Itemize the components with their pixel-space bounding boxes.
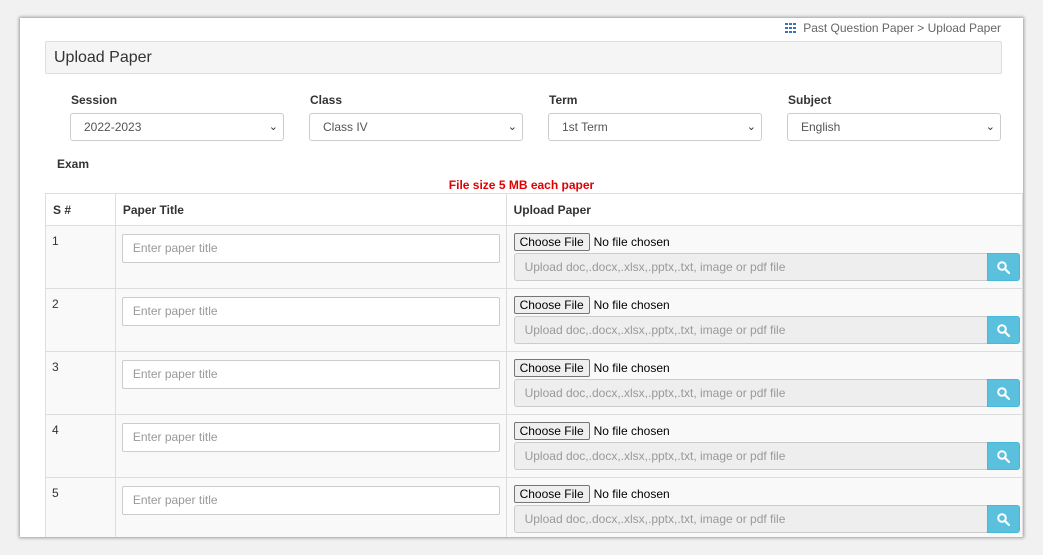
file-size-note: File size 5 MB each paper — [448, 178, 595, 192]
upload-path-field[interactable]: Upload doc,.docx,.xlsx,.pptx,.txt, image… — [513, 505, 987, 533]
file-picker: Choose File No file chosen — [513, 296, 670, 314]
row-number: 2 — [52, 297, 59, 311]
exam-label: Exam — [57, 157, 90, 171]
choose-file-button[interactable]: Choose File — [513, 233, 590, 251]
choose-file-button[interactable]: Choose File — [513, 485, 590, 503]
session-filter: Session 2022-2023 ⌄ — [70, 93, 284, 141]
upload-field-group: Upload doc,.docx,.xlsx,.pptx,.txt, image… — [513, 379, 1020, 407]
sn-cell: 2 — [45, 288, 116, 352]
file-picker: Choose File No file chosen — [513, 359, 670, 377]
no-file-text: No file chosen — [593, 424, 670, 438]
upload-cell: Choose File No file chosen Upload doc,.d… — [505, 288, 1023, 352]
term-label: Term — [549, 93, 578, 107]
search-icon — [996, 450, 1010, 463]
upload-cell: Choose File No file chosen Upload doc,.d… — [505, 225, 1023, 289]
title-cell: Enter paper title — [114, 477, 507, 537]
papers-table: S # Paper Title Upload Paper 1 Enter pap… — [45, 193, 1023, 537]
upload-paper-panel: Past Question Paper > Upload Paper Uploa… — [20, 18, 1023, 537]
row-number: 1 — [52, 234, 59, 248]
browse-button[interactable] — [986, 442, 1020, 470]
choose-file-button[interactable]: Choose File — [513, 359, 590, 377]
paper-title-input[interactable]: Enter paper title — [121, 234, 500, 263]
chevron-down-icon: ⌄ — [507, 121, 517, 133]
upload-field-group: Upload doc,.docx,.xlsx,.pptx,.txt, image… — [513, 253, 1020, 281]
file-picker: Choose File No file chosen — [513, 485, 670, 503]
sn-cell: 4 — [45, 414, 116, 478]
table-row: 3 Enter paper title Choose File No file … — [45, 351, 1023, 415]
upload-path-field[interactable]: Upload doc,.docx,.xlsx,.pptx,.txt, image… — [513, 379, 987, 407]
upload-cell: Choose File No file chosen Upload doc,.d… — [505, 477, 1023, 537]
session-select[interactable]: 2022-2023 ⌄ — [70, 113, 284, 141]
browse-button[interactable] — [986, 253, 1020, 281]
title-cell: Enter paper title — [114, 288, 507, 352]
title-cell: Enter paper title — [114, 351, 507, 415]
subject-select[interactable]: English ⌄ — [787, 113, 1001, 141]
file-picker: Choose File No file chosen — [513, 233, 670, 251]
paper-title-input[interactable]: Enter paper title — [121, 360, 500, 389]
row-number: 5 — [52, 486, 59, 500]
subject-value: English — [801, 120, 841, 134]
sn-cell: 5 — [45, 477, 116, 537]
term-value: 1st Term — [562, 120, 608, 134]
table-row: 4 Enter paper title Choose File No file … — [45, 414, 1023, 478]
upload-path-field[interactable]: Upload doc,.docx,.xlsx,.pptx,.txt, image… — [513, 253, 987, 281]
choose-file-button[interactable]: Choose File — [513, 296, 590, 314]
term-filter: Term 1st Term ⌄ — [548, 93, 762, 141]
upload-cell: Choose File No file chosen Upload doc,.d… — [505, 351, 1023, 415]
chevron-down-icon: ⌄ — [746, 121, 756, 133]
term-select[interactable]: 1st Term ⌄ — [548, 113, 762, 141]
paper-title-input[interactable]: Enter paper title — [121, 297, 500, 326]
paper-title-input[interactable]: Enter paper title — [121, 423, 500, 452]
upload-cell: Choose File No file chosen Upload doc,.d… — [505, 414, 1023, 478]
row-number: 3 — [52, 360, 59, 374]
upload-field-group: Upload doc,.docx,.xlsx,.pptx,.txt, image… — [513, 442, 1020, 470]
upload-field-group: Upload doc,.docx,.xlsx,.pptx,.txt, image… — [513, 505, 1020, 533]
row-number: 4 — [52, 423, 59, 437]
title-cell: Enter paper title — [114, 225, 507, 289]
browse-button[interactable] — [986, 316, 1020, 344]
upload-path-field[interactable]: Upload doc,.docx,.xlsx,.pptx,.txt, image… — [513, 442, 987, 470]
no-file-text: No file chosen — [593, 298, 670, 312]
class-select[interactable]: Class IV ⌄ — [309, 113, 523, 141]
page-title: Upload Paper — [54, 49, 152, 66]
upload-field-group: Upload doc,.docx,.xlsx,.pptx,.txt, image… — [513, 316, 1020, 344]
table-header-row: S # Paper Title Upload Paper — [45, 193, 1023, 226]
paper-title-input[interactable]: Enter paper title — [121, 486, 500, 515]
search-icon — [996, 261, 1010, 274]
subject-filter: Subject English ⌄ — [787, 93, 1001, 141]
table-row: 1 Enter paper title Choose File No file … — [45, 225, 1023, 289]
class-label: Class — [310, 93, 343, 107]
sn-cell: 1 — [45, 225, 116, 289]
file-picker: Choose File No file chosen — [513, 422, 670, 440]
choose-file-button[interactable]: Choose File — [513, 422, 590, 440]
no-file-text: No file chosen — [593, 487, 670, 501]
table-row: 2 Enter paper title Choose File No file … — [45, 288, 1023, 352]
session-label: Session — [71, 93, 118, 107]
browse-button[interactable] — [986, 379, 1020, 407]
page-header: Upload Paper — [45, 41, 1002, 74]
subject-label: Subject — [788, 93, 832, 107]
class-value: Class IV — [323, 120, 368, 134]
upload-path-field[interactable]: Upload doc,.docx,.xlsx,.pptx,.txt, image… — [513, 316, 987, 344]
no-file-text: No file chosen — [593, 235, 670, 249]
table-row: 5 Enter paper title Choose File No file … — [45, 477, 1023, 537]
title-cell: Enter paper title — [114, 414, 507, 478]
no-file-text: No file chosen — [593, 361, 670, 375]
session-value: 2022-2023 — [84, 120, 142, 134]
search-icon — [996, 513, 1010, 526]
chevron-down-icon: ⌄ — [985, 121, 995, 133]
paper-title-header: Paper Title — [114, 193, 507, 226]
search-icon — [996, 387, 1010, 400]
upload-paper-header: Upload Paper — [505, 193, 1023, 226]
sn-cell: 3 — [45, 351, 116, 415]
chevron-down-icon: ⌄ — [268, 121, 278, 133]
grid-icon — [785, 23, 797, 33]
search-icon — [996, 324, 1010, 337]
breadcrumb: Past Question Paper > Upload Paper — [785, 21, 1001, 35]
class-filter: Class Class IV ⌄ — [309, 93, 523, 141]
sn-header: S # — [45, 193, 116, 226]
browse-button[interactable] — [986, 505, 1020, 533]
breadcrumb-text[interactable]: Past Question Paper > Upload Paper — [803, 21, 1001, 35]
